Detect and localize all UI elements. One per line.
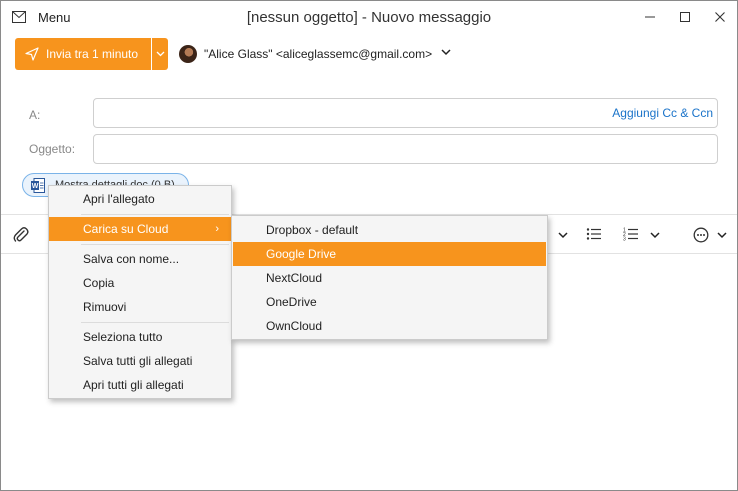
send-button[interactable]: Invia tra 1 minuto bbox=[15, 38, 151, 70]
maximize-icon bbox=[680, 12, 690, 22]
send-button-label: Invia tra 1 minuto bbox=[46, 47, 139, 61]
submenu-item-label: OwnCloud bbox=[266, 319, 323, 333]
submenu-item-nextcloud[interactable]: NextCloud bbox=[233, 266, 546, 290]
close-icon bbox=[715, 12, 725, 22]
window-title: [nessun oggetto] - Nuovo messaggio bbox=[246, 9, 492, 26]
minimize-icon bbox=[645, 16, 655, 18]
menu-item-label: Seleziona tutto bbox=[83, 330, 163, 344]
minimize-button[interactable] bbox=[638, 7, 662, 27]
menu-item-label: Copia bbox=[83, 276, 115, 290]
menu-item-label: Rimuovi bbox=[83, 300, 127, 314]
chevron-down-icon[interactable] bbox=[558, 232, 568, 239]
word-document-icon: W bbox=[31, 178, 45, 193]
menu-item-label: Apri l'allegato bbox=[83, 192, 155, 206]
bullet-list-icon[interactable] bbox=[586, 227, 602, 241]
add-cc-bcc-link[interactable]: Aggiungi Cc & Ccn bbox=[612, 106, 713, 120]
chevron-down-icon[interactable] bbox=[650, 232, 660, 239]
submenu-item-label: Google Drive bbox=[266, 247, 337, 261]
attachment-context-menu: Apri l'allegato Carica su Cloud › Salva … bbox=[48, 185, 232, 399]
submenu-item-label: OneDrive bbox=[266, 295, 317, 309]
menu-item-copy[interactable]: Copia bbox=[49, 271, 231, 295]
menu-item-select-all[interactable]: Seleziona tutto bbox=[49, 325, 231, 349]
menu-item-open-all-attachments[interactable]: Apri tutti gli allegati bbox=[49, 373, 231, 397]
numbered-list-icon[interactable]: 1 2 3 bbox=[623, 227, 639, 241]
more-options-icon[interactable] bbox=[693, 227, 709, 243]
title-bar: Menu [nessun oggetto] - Nuovo messaggio bbox=[1, 1, 737, 33]
menu-separator bbox=[81, 322, 229, 323]
menu-item-remove[interactable]: Rimuovi bbox=[49, 295, 231, 319]
send-icon bbox=[25, 47, 39, 61]
compose-window: Menu [nessun oggetto] - Nuovo messaggio … bbox=[0, 0, 738, 491]
submenu-arrow-icon: › bbox=[215, 223, 219, 235]
menu-item-save-as[interactable]: Salva con nome... bbox=[49, 247, 231, 271]
menu-item-label: Carica su Cloud bbox=[83, 222, 169, 236]
svg-text:W: W bbox=[32, 183, 39, 190]
submenu-item-label: NextCloud bbox=[266, 271, 323, 285]
subject-label: Oggetto: bbox=[29, 142, 76, 156]
chevron-down-icon[interactable] bbox=[717, 232, 727, 239]
submenu-item-label: Dropbox - default bbox=[266, 223, 359, 237]
to-label: A: bbox=[29, 108, 41, 122]
close-button[interactable] bbox=[708, 7, 732, 27]
svg-text:3: 3 bbox=[623, 237, 626, 242]
submenu-item-google-drive[interactable]: Google Drive bbox=[233, 242, 546, 266]
menu-item-upload-to-cloud[interactable]: Carica su Cloud › bbox=[49, 217, 231, 241]
to-field[interactable]: Aggiungi Cc & Ccn bbox=[93, 98, 718, 128]
submenu-item-owncloud[interactable]: OwnCloud bbox=[233, 314, 546, 338]
menu-item-label: Salva tutti gli allegati bbox=[83, 354, 193, 368]
sender-chevron-down-icon[interactable] bbox=[441, 49, 451, 56]
sender-address[interactable]: "Alice Glass" <aliceglassemc@gmail.com> bbox=[204, 47, 432, 61]
menu-item-open-attachment[interactable]: Apri l'allegato bbox=[49, 187, 231, 211]
menu-item-save-all-attachments[interactable]: Salva tutti gli allegati bbox=[49, 349, 231, 373]
submenu-item-dropbox[interactable]: Dropbox - default bbox=[233, 218, 546, 242]
subject-field[interactable] bbox=[93, 134, 718, 164]
menu-item-label: Apri tutti gli allegati bbox=[83, 378, 184, 392]
menu-item-label: Salva con nome... bbox=[83, 252, 180, 266]
avatar bbox=[179, 45, 197, 63]
submenu-item-onedrive[interactable]: OneDrive bbox=[233, 290, 546, 314]
chevron-down-icon bbox=[156, 51, 164, 57]
cloud-submenu: Dropbox - default Google Drive NextCloud… bbox=[231, 215, 548, 340]
menu-separator bbox=[81, 244, 229, 245]
menu-separator bbox=[81, 214, 229, 215]
maximize-button[interactable] bbox=[673, 7, 697, 27]
paperclip-icon[interactable] bbox=[13, 226, 29, 244]
send-options-button[interactable] bbox=[152, 38, 168, 70]
